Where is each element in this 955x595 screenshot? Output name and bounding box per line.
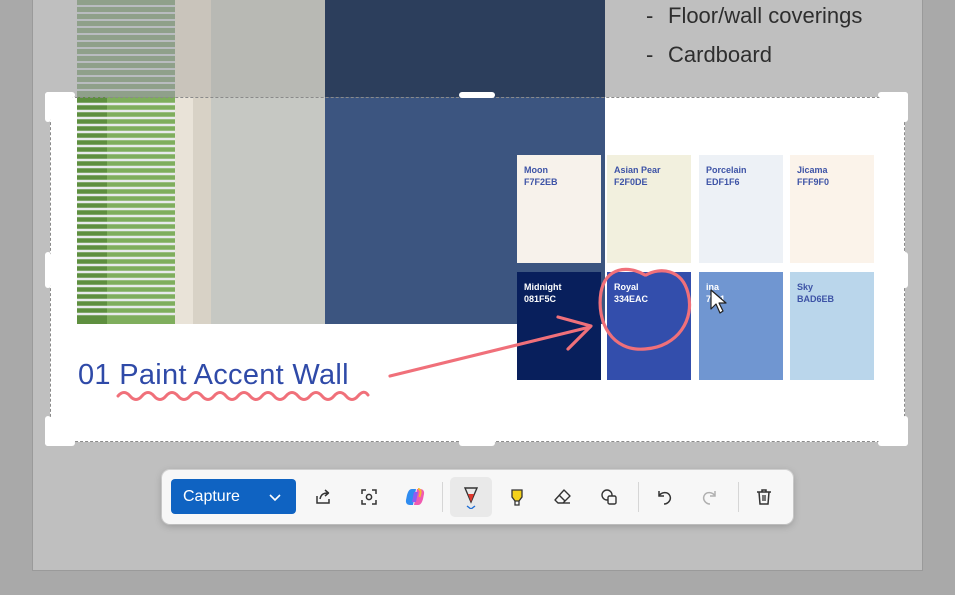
undo-icon (658, 491, 672, 505)
pen-button[interactable] (457, 483, 485, 511)
redo-icon (702, 491, 716, 505)
visual-search-icon (361, 489, 377, 505)
bullet-item: - Floor/wall coverings (646, 3, 863, 28)
swatch-royal: Royal 334EAC (607, 272, 691, 380)
capture-selection[interactable]: Moon F7F2EB Asian Pear F2F0DE Porcelain EDF… (50, 97, 905, 442)
shapes-icon (601, 489, 617, 505)
toolbar-separator (638, 482, 639, 512)
resize-handle-left[interactable] (45, 252, 51, 288)
bullet-item: - Cardboard (646, 42, 772, 67)
photo-background-dimmed (77, 0, 605, 97)
resize-handle-top-left-v[interactable] (45, 92, 51, 122)
shapes-button[interactable] (595, 483, 623, 511)
swatch-sky: Sky BAD6EB (790, 272, 874, 380)
capture-button[interactable]: Capture (171, 479, 296, 514)
delete-icon (757, 489, 771, 505)
swatch-china: ina 7 D1 (699, 272, 783, 380)
swatch-jicama: Jicama FFF9F0 (790, 155, 874, 263)
resize-handle-right[interactable] (902, 252, 908, 288)
swatch-asian-pear: Asian Pear F2F0DE (607, 155, 691, 263)
redo-button[interactable] (696, 483, 724, 511)
eraser-icon (554, 489, 571, 504)
resize-handle-bottom-left-v[interactable] (45, 416, 51, 446)
delete-button[interactable] (750, 483, 778, 511)
highlighter-button[interactable] (503, 483, 531, 511)
copilot-button[interactable] (401, 483, 429, 511)
swatch-porcelain: Porcelain EDF1F6 (699, 155, 783, 263)
ink-underline (116, 390, 370, 401)
visual-search-button[interactable] (355, 483, 383, 511)
swatch-midnight: Midnight 081F5C (517, 272, 601, 380)
highlighter-icon (511, 489, 523, 506)
resize-handle-top[interactable] (459, 92, 495, 98)
section-heading: 01 Paint Accent Wall (78, 359, 349, 391)
swatch-moon: Moon F7F2EB (517, 155, 601, 263)
chevron-down-icon[interactable] (268, 490, 282, 509)
share-icon (316, 489, 330, 504)
undo-button[interactable] (650, 483, 678, 511)
resize-handle-top-right-v[interactable] (902, 92, 908, 122)
share-button[interactable] (309, 483, 337, 511)
copilot-icon (405, 488, 425, 505)
snipping-toolbar: Capture (162, 470, 793, 524)
resize-handle-bottom-right-v[interactable] (902, 416, 908, 446)
toolbar-separator (738, 482, 739, 512)
bullet-list: - Floor/wall coverings - Cardboard (646, 2, 862, 80)
eraser-button[interactable] (549, 483, 577, 511)
toolbar-separator (442, 482, 443, 512)
resize-handle-bottom[interactable] (459, 440, 495, 446)
pen-icon (463, 487, 479, 509)
